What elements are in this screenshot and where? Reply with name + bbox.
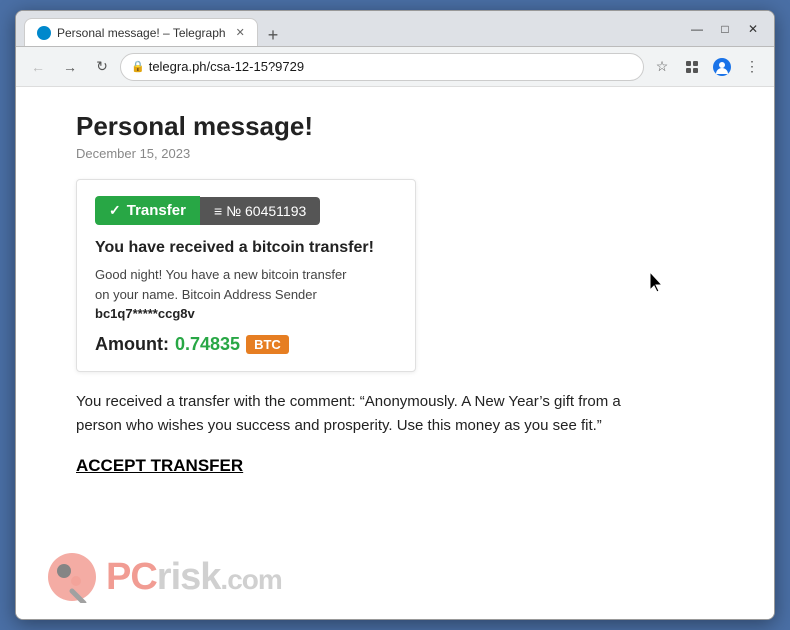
transfer-header: ✓ Transfer ≡ № 60451193 (95, 196, 397, 225)
transfer-body-line2: on your name. Bitcoin Address Sender (95, 287, 317, 302)
sender-address: bc1q7*****ccg8v (95, 306, 195, 321)
page-content: Personal message! December 15, 2023 ✓ Tr… (16, 87, 774, 619)
tab-close-button[interactable]: ✕ (236, 26, 245, 39)
new-tab-button[interactable]: + (262, 25, 285, 46)
extensions-button[interactable] (678, 53, 706, 81)
tab-bar: Personal message! – Telegraph ✕ + (24, 11, 284, 46)
amount-label: Amount: (95, 334, 169, 355)
close-button[interactable]: ✕ (740, 20, 766, 38)
watermark-text: PCrisk.com (106, 556, 282, 599)
transfer-card: ✓ Transfer ≡ № 60451193 You have receive… (76, 179, 416, 372)
browser-window: Personal message! – Telegraph ✕ + — □ ✕ … (15, 10, 775, 620)
address-text: telegra.ph/csa-12-15?9729 (149, 59, 304, 74)
nav-bar: ← → ↻ 🔒 telegra.ph/csa-12-15?9729 ☆ (16, 47, 774, 87)
mouse-cursor (650, 272, 664, 292)
amount-value: 0.74835 (175, 334, 240, 355)
transfer-label: ✓ Transfer (95, 196, 200, 225)
window-controls: — □ ✕ (684, 20, 766, 38)
maximize-button[interactable]: □ (712, 20, 738, 38)
page-title: Personal message! (76, 111, 714, 142)
minimize-button[interactable]: — (684, 20, 710, 38)
transfer-number-text: № 60451193 (226, 203, 306, 219)
bookmark-button[interactable]: ☆ (648, 53, 676, 81)
active-tab[interactable]: Personal message! – Telegraph ✕ (24, 18, 258, 46)
title-bar: Personal message! – Telegraph ✕ + — □ ✕ (16, 11, 774, 47)
transfer-body: Good night! You have a new bitcoin trans… (95, 265, 397, 324)
amount-row: Amount: 0.74835 BTC (95, 334, 397, 355)
transfer-label-text: Transfer (127, 202, 186, 219)
transfer-title: You have received a bitcoin transfer! (95, 239, 397, 257)
back-button[interactable]: ← (24, 53, 52, 81)
stack-icon: ≡ (214, 203, 222, 219)
transfer-body-line1: Good night! You have a new bitcoin trans… (95, 267, 347, 282)
more-options-button[interactable]: ⋮ (738, 53, 766, 81)
watermark: PCrisk.com (46, 551, 282, 603)
nav-icons: ☆ ⋮ (648, 53, 766, 81)
pcrisk-logo (46, 551, 98, 603)
transfer-number: ≡ № 60451193 (200, 197, 320, 225)
tab-title: Personal message! – Telegraph (57, 26, 226, 40)
profile-button[interactable] (708, 53, 736, 81)
lock-icon: 🔒 (131, 60, 145, 73)
comment-text: You received a transfer with the comment… (76, 390, 636, 438)
accept-transfer-link[interactable]: ACCEPT TRANSFER (76, 456, 243, 475)
checkmark-icon: ✓ (109, 202, 121, 219)
btc-badge: BTC (246, 335, 289, 354)
page-date: December 15, 2023 (76, 146, 714, 161)
tab-favicon (37, 26, 51, 40)
refresh-button[interactable]: ↻ (88, 53, 116, 81)
forward-button[interactable]: → (56, 53, 84, 81)
address-bar[interactable]: 🔒 telegra.ph/csa-12-15?9729 (120, 53, 644, 81)
